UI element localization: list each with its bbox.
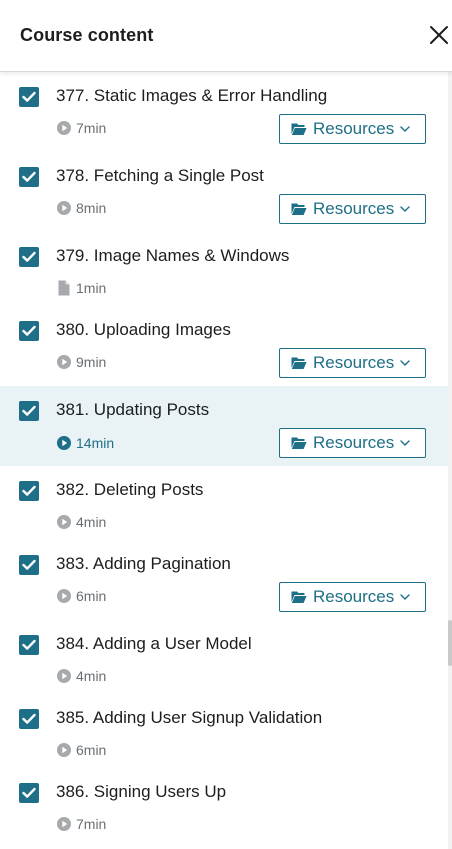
lecture-item[interactable]: 378. Fetching a Single Post 8min Resources [0, 152, 448, 232]
lecture-checkbox[interactable] [19, 635, 39, 655]
lecture-item[interactable]: 383. Adding Pagination 6min Resources [0, 540, 448, 620]
check-icon [22, 171, 36, 182]
check-icon [22, 559, 36, 570]
resources-button[interactable]: Resources [279, 194, 426, 224]
resources-button[interactable]: Resources [279, 114, 426, 144]
check-icon [22, 405, 36, 416]
duration-text: 7min [76, 816, 107, 832]
lecture-item[interactable]: 382. Deleting Posts 4min [0, 466, 448, 540]
lecture-checkbox[interactable] [19, 87, 39, 107]
lecture-title: 382. Deleting Posts [56, 480, 204, 499]
lecture-checkbox[interactable] [19, 167, 39, 187]
play-circle-icon [56, 200, 72, 216]
lecture-item[interactable]: 379. Image Names & Windows 1min [0, 232, 448, 306]
play-circle-icon [56, 816, 72, 832]
lecture-item[interactable]: 386. Signing Users Up 7min [0, 768, 448, 849]
lecture-item[interactable]: 381. Updating Posts 14min Resources [0, 386, 448, 466]
lecture-title: 384. Adding a User Model [56, 634, 252, 653]
course-content-header: Course content [0, 0, 452, 72]
check-icon [22, 91, 36, 102]
scrollbar-thumb[interactable] [448, 620, 452, 666]
play-circle-icon [56, 668, 72, 684]
lecture-checkbox[interactable] [19, 247, 39, 267]
lecture-duration: 14min [56, 435, 114, 451]
chevron-down-icon [400, 360, 410, 366]
file-icon [56, 280, 72, 296]
play-circle-icon [56, 120, 72, 136]
scrollbar[interactable] [448, 72, 452, 849]
lecture-title: 378. Fetching a Single Post [56, 166, 264, 185]
play-circle-icon [56, 588, 72, 604]
duration-text: 9min [76, 354, 107, 370]
lecture-title: 385. Adding User Signup Validation [56, 708, 323, 727]
resources-button[interactable]: Resources [279, 348, 426, 378]
lecture-title: 386. Signing Users Up [56, 782, 227, 801]
duration-text: 6min [76, 742, 107, 758]
duration-text: 8min [76, 200, 107, 216]
duration-text: 6min [76, 588, 107, 604]
lecture-item[interactable]: 384. Adding a User Model 4min [0, 620, 448, 694]
lecture-checkbox[interactable] [19, 709, 39, 729]
folder-open-icon [291, 357, 307, 369]
duration-text: 14min [76, 435, 115, 451]
play-circle-icon [56, 354, 72, 370]
resources-label: Resources [313, 119, 395, 138]
lecture-duration: 4min [56, 668, 106, 684]
resources-label: Resources [313, 353, 395, 372]
lecture-item[interactable]: 385. Adding User Signup Validation 6min [0, 694, 448, 768]
duration-text: 4min [76, 514, 107, 530]
lecture-list[interactable]: 377. Static Images & Error Handling 7min R… [0, 72, 448, 849]
lecture-title: 380. Uploading Images [56, 320, 231, 339]
lecture-title: 379. Image Names & Windows [56, 246, 290, 265]
lecture-checkbox[interactable] [19, 321, 39, 341]
play-circle-icon [56, 514, 72, 530]
lecture-title: 377. Static Images & Error Handling [56, 86, 328, 105]
lecture-title: 383. Adding Pagination [56, 554, 231, 573]
play-circle-icon [56, 435, 72, 451]
resources-button[interactable]: Resources [279, 428, 426, 458]
folder-open-icon [291, 437, 307, 449]
duration-text: 1min [76, 280, 107, 296]
play-circle-icon [56, 742, 72, 758]
check-icon [22, 787, 36, 798]
folder-open-icon [291, 591, 307, 603]
lecture-item[interactable]: 377. Static Images & Error Handling 7min R… [0, 72, 448, 152]
lecture-item[interactable]: 380. Uploading Images 9min Resources [0, 306, 448, 386]
lecture-duration: 9min [56, 354, 106, 370]
check-icon [22, 485, 36, 496]
lecture-duration: 4min [56, 514, 106, 530]
chevron-down-icon [400, 594, 410, 600]
lecture-duration: 6min [56, 588, 106, 604]
lecture-title: 381. Updating Posts [56, 400, 210, 419]
duration-text: 7min [76, 120, 107, 136]
chevron-down-icon [400, 206, 410, 212]
lecture-duration: 7min [56, 120, 106, 136]
resources-label: Resources [313, 433, 395, 452]
lecture-duration: 6min [56, 742, 106, 758]
chevron-down-icon [400, 126, 410, 132]
lecture-checkbox[interactable] [19, 481, 39, 501]
duration-text: 4min [76, 668, 107, 684]
check-icon [22, 325, 36, 336]
chevron-down-icon [400, 440, 410, 446]
lecture-duration: 1min [56, 280, 106, 296]
folder-open-icon [291, 203, 307, 215]
resources-label: Resources [313, 199, 395, 218]
lecture-duration: 7min [56, 816, 106, 832]
check-icon [22, 639, 36, 650]
check-icon [22, 251, 36, 262]
check-icon [22, 713, 36, 724]
lecture-checkbox[interactable] [19, 783, 39, 803]
close-icon[interactable] [428, 24, 450, 46]
lecture-checkbox[interactable] [19, 555, 39, 575]
resources-button[interactable]: Resources [279, 582, 426, 612]
folder-open-icon [291, 123, 307, 135]
panel-title: Course content [20, 25, 154, 45]
resources-label: Resources [313, 587, 395, 606]
lecture-checkbox[interactable] [19, 401, 39, 421]
lecture-duration: 8min [56, 200, 106, 216]
